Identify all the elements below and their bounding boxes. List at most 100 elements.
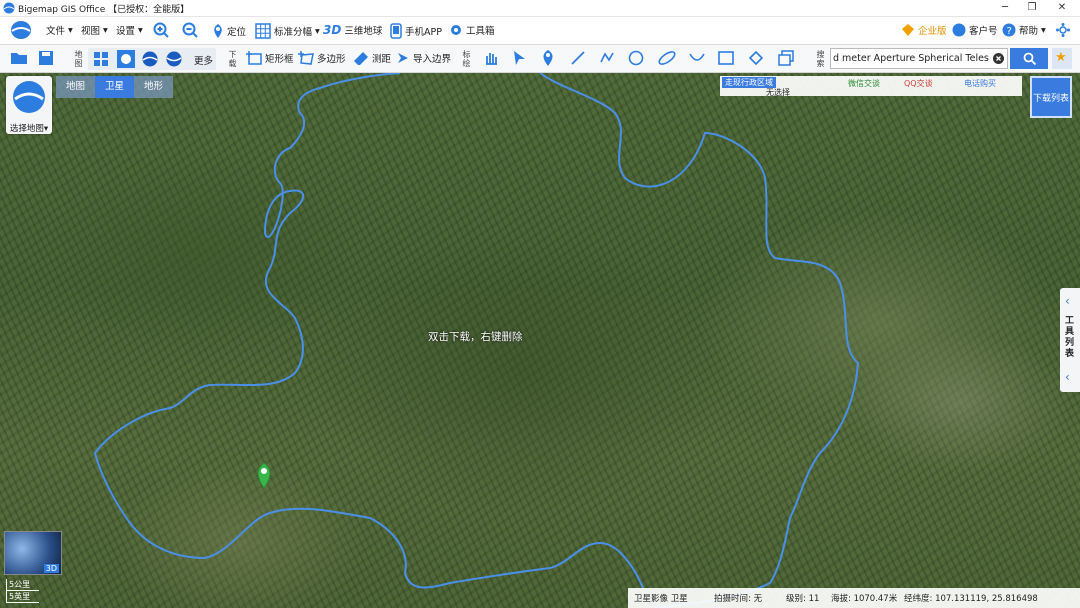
zoom-in-icon[interactable]	[153, 22, 169, 38]
tab-map[interactable]: 地图	[56, 76, 95, 98]
search-icon	[1023, 52, 1036, 65]
panel-tab-phone[interactable]: 电话购买	[964, 78, 996, 89]
select-map-label: 选择地图▾	[9, 124, 49, 134]
minimize-button[interactable]: ─	[990, 0, 1020, 16]
map-view[interactable]: 选择地图▾ 地图 卫星 地形 走现行政区域 微信交谈 QQ交谈 电话购买 无选择…	[0, 73, 1080, 608]
select-map-label-text: 选择地图	[9, 124, 44, 134]
status-layer: 卫星影像 卫星	[634, 594, 688, 604]
tool-list-sidebar[interactable]: ‹ 工 具 列 表 ‹	[1060, 288, 1080, 392]
save-icon[interactable]	[38, 50, 54, 66]
3d-earth-label: 三维地球	[344, 26, 383, 37]
favorite-button[interactable]: ★	[1052, 48, 1072, 69]
import-arrow-icon	[398, 53, 408, 63]
scale-bar: 5公里 5英里	[6, 579, 64, 605]
app-logo-icon	[3, 2, 15, 14]
map-group-label: 地图	[74, 50, 83, 68]
phone-icon	[390, 23, 402, 39]
pointer-icon[interactable]	[512, 50, 526, 66]
marker-icon	[257, 462, 271, 489]
menu-view[interactable]: 视图 ▾	[81, 23, 108, 38]
more-button[interactable]: 更多	[194, 53, 213, 67]
status-elevation: 海拔: 1070.47米	[831, 594, 898, 604]
ellipse-icon[interactable]	[657, 50, 677, 66]
search-input[interactable]: d meter Aperture Spherical Telescope	[830, 48, 1008, 69]
map-type-tabs: 地图 卫星 地形	[56, 76, 173, 98]
status-coords: 经纬度: 107.131119, 25.816498	[904, 594, 1038, 604]
tab-terrain[interactable]: 地形	[134, 76, 173, 98]
minimap-3d[interactable]: 3D	[4, 531, 62, 575]
satellite-source-icon[interactable]	[117, 50, 135, 68]
mobile-app-label: 手机APP	[405, 27, 442, 38]
rectangle-icon[interactable]	[717, 50, 735, 66]
tool-list-label: 工 具 列 表	[1065, 316, 1075, 360]
locate-button[interactable]: 定位	[212, 23, 246, 39]
gear-icon	[451, 25, 461, 35]
enterprise-icon	[902, 24, 914, 36]
panel-subtitle: 无选择	[766, 88, 790, 97]
menu-settings-label: 设置	[116, 26, 136, 37]
scale-km: 5公里	[6, 579, 39, 591]
panel-tab-qq[interactable]: QQ交谈	[904, 78, 933, 89]
help-button[interactable]: ? 帮助 ▾	[1002, 23, 1046, 37]
download-list-button[interactable]: 下载列表	[1030, 76, 1072, 118]
locate-label: 定位	[227, 27, 247, 38]
menu-settings[interactable]: 设置 ▾	[116, 23, 143, 38]
download-group-label: 下载	[228, 50, 237, 68]
chevron-down-icon: ▾	[315, 25, 320, 37]
menu-file[interactable]: 文件 ▾	[46, 23, 73, 38]
3d-badge: 3D	[43, 564, 59, 573]
chevron-left-icon: ‹	[1065, 294, 1070, 308]
mobile-app-button[interactable]: 手机APP	[390, 23, 442, 39]
import-boundary-label: 导入边界	[413, 54, 452, 65]
search-input-value: d meter Aperture Spherical Telescope	[833, 53, 989, 64]
map-grid-icon[interactable]	[93, 51, 109, 67]
polygon-select-button[interactable]: 多边形	[298, 51, 346, 65]
select-map-button[interactable]: 选择地图▾	[6, 76, 52, 134]
hand-pan-icon[interactable]	[483, 50, 499, 66]
restore-button[interactable]: ❐	[1017, 0, 1047, 16]
chevron-down-icon: ▾	[1041, 24, 1046, 36]
help-label: 帮助	[1019, 26, 1039, 37]
annotate-group-label: 标绘	[462, 50, 471, 68]
marker-pin-icon[interactable]	[541, 49, 555, 67]
title-bar: Bigemap GIS Office 【已授权：全能版】 ─ ❐ ✕	[0, 0, 1080, 17]
arc-icon[interactable]	[688, 50, 706, 66]
account-button[interactable]: 客户号	[952, 23, 998, 37]
standard-sheet-menu[interactable]: 标准分幅 ▾	[255, 23, 320, 39]
polyline-icon[interactable]	[599, 50, 615, 66]
standard-sheet-label: 标准分幅	[274, 27, 313, 38]
import-boundary-button[interactable]: 导入边界	[396, 51, 451, 65]
globe-icon[interactable]	[142, 51, 158, 67]
tool-list-char: 具	[1065, 327, 1075, 337]
svg-text:?: ?	[1007, 26, 1012, 37]
panel-tab-wechat[interactable]: 微信交谈	[848, 78, 880, 89]
3d-earth-button[interactable]: 3D 三维地球	[323, 23, 382, 37]
star-icon: ★	[1055, 50, 1067, 65]
toolbar: 地图 更多 下载 矩形框 多边形 测距 导入边界 标绘 搜索 d meter A…	[0, 45, 1080, 73]
menu-view-label: 视图	[81, 26, 101, 37]
ruler-icon	[354, 52, 368, 65]
rect-select-button[interactable]: 矩形框	[246, 51, 294, 65]
line-icon[interactable]	[570, 50, 586, 66]
toolbox-button[interactable]: 工具箱	[449, 23, 495, 37]
enterprise-button[interactable]: 企业版	[901, 23, 947, 37]
layers-icon[interactable]	[778, 50, 794, 66]
folder-open-icon[interactable]	[10, 50, 28, 66]
tag-icon[interactable]	[748, 50, 764, 66]
chevron-down-icon: ▾	[138, 24, 143, 36]
measure-button[interactable]: 测距	[353, 51, 391, 65]
circle-icon[interactable]	[628, 50, 644, 66]
clear-icon[interactable]	[993, 53, 1004, 64]
globe-icon	[13, 81, 45, 113]
zoom-out-icon[interactable]	[182, 22, 198, 38]
window-title: Bigemap GIS Office 【已授权：全能版】	[18, 5, 190, 15]
search-button[interactable]	[1010, 48, 1048, 69]
network-icon[interactable]	[1056, 23, 1070, 37]
close-button[interactable]: ✕	[1047, 0, 1077, 16]
rectangle-select-icon	[246, 51, 262, 65]
globe-alt-icon[interactable]	[166, 51, 182, 67]
status-level: 级别: 11	[786, 594, 820, 604]
help-icon: ?	[1002, 23, 1016, 37]
status-bar: 卫星影像 卫星 拍摄时间: 无 级别: 11 海拔: 1070.47米 经纬度:…	[628, 588, 1080, 608]
tab-satellite[interactable]: 卫星	[95, 76, 134, 98]
